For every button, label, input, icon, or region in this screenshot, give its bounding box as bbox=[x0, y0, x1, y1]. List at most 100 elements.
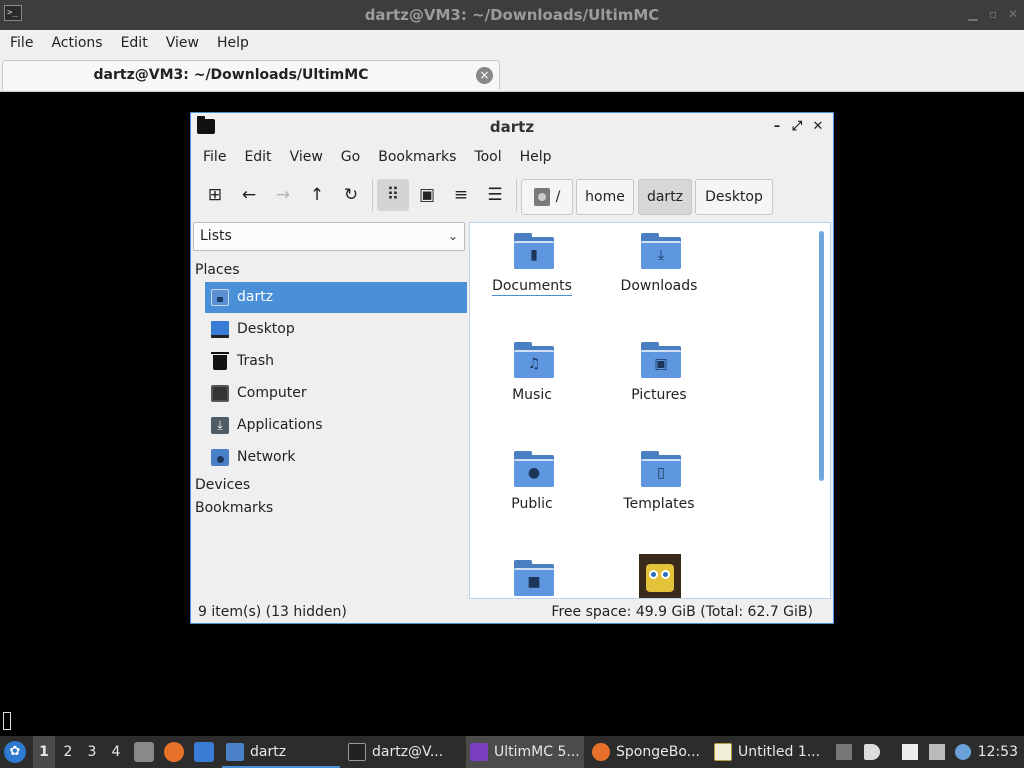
show-desktop-icon[interactable] bbox=[194, 742, 214, 762]
file-item-music[interactable]: ♫ Music bbox=[472, 334, 592, 434]
firefox-launcher-icon[interactable] bbox=[164, 742, 184, 762]
sidebar-section-bookmarks[interactable]: Bookmarks bbox=[195, 498, 273, 518]
fm-menu-help[interactable]: Help bbox=[508, 143, 558, 171]
clock[interactable]: 12:53 bbox=[978, 736, 1018, 768]
toolbar-separator bbox=[516, 179, 517, 211]
close-button[interactable]: ✕ bbox=[810, 119, 826, 135]
public-folder-icon: ● bbox=[514, 451, 554, 487]
menu-edit[interactable]: Edit bbox=[111, 30, 156, 58]
file-item-public[interactable]: ● Public bbox=[472, 443, 592, 543]
fm-menu-bookmarks[interactable]: Bookmarks bbox=[366, 143, 462, 171]
workspace-1[interactable]: 1 bbox=[33, 736, 55, 768]
task-terminal[interactable]: dartz@V... bbox=[344, 736, 462, 768]
reload-icon[interactable]: ↻ bbox=[335, 179, 367, 211]
tab-close-icon[interactable]: × bbox=[476, 67, 493, 84]
file-manager-launcher-icon[interactable] bbox=[134, 742, 154, 762]
terminal-tabbar: dartz@VM3: ~/Downloads/UltimMC × bbox=[0, 58, 1024, 92]
task-ultimmc[interactable]: UltimMC 5... bbox=[466, 736, 584, 768]
terminal-tab-label: dartz@VM3: ~/Downloads/UltimMC bbox=[93, 67, 369, 83]
fm-menu-tool[interactable]: Tool bbox=[462, 143, 507, 171]
menu-help[interactable]: Help bbox=[207, 30, 257, 58]
tray-scroll-icon[interactable] bbox=[836, 744, 852, 760]
file-manager-toolbar: ⊞ ← → ↑ ↻ ⠿ ▣ ≡ ☰ / home dartz Desktop bbox=[191, 177, 833, 215]
new-tab-icon[interactable]: ⊞ bbox=[199, 179, 231, 211]
sidebar-mode-select[interactable]: Lists ⌄ bbox=[193, 222, 465, 251]
file-view[interactable]: ▮ Documents ⤓ Downloads ♫ Music ▣ Pictur… bbox=[469, 222, 831, 599]
file-manager-menubar: File Edit View Go Bookmarks Tool Help bbox=[191, 143, 833, 171]
image-thumbnail bbox=[639, 554, 681, 598]
network-icon bbox=[211, 449, 229, 466]
sidebar-item-computer[interactable]: Computer bbox=[205, 378, 467, 409]
task-firefox[interactable]: SpongeBo... bbox=[588, 736, 706, 768]
breadcrumb-dartz[interactable]: dartz bbox=[638, 179, 692, 215]
thumbnail-view-icon[interactable]: ▣ bbox=[411, 179, 443, 211]
file-item-label: Public bbox=[511, 496, 553, 512]
breadcrumb-home[interactable]: home bbox=[576, 179, 634, 215]
forward-icon[interactable]: → bbox=[267, 179, 299, 211]
downloads-folder-icon: ⤓ bbox=[641, 233, 681, 269]
file-item-image[interactable] bbox=[599, 552, 719, 598]
file-item-documents[interactable]: ▮ Documents bbox=[472, 225, 592, 325]
clipboard-icon[interactable] bbox=[902, 744, 918, 760]
sidebar-item-dartz[interactable]: dartz bbox=[205, 282, 467, 313]
ultimmc-icon bbox=[470, 743, 488, 761]
status-item-count: 9 item(s) (13 hidden) bbox=[198, 604, 347, 620]
icon-view-icon[interactable]: ⠿ bbox=[377, 179, 409, 211]
menu-actions[interactable]: Actions bbox=[41, 30, 110, 58]
sidebar-item-label: Desktop bbox=[237, 321, 295, 337]
breadcrumb-root[interactable]: / bbox=[521, 179, 573, 215]
documents-folder-icon: ▮ bbox=[514, 233, 554, 269]
maximize-button[interactable]: ⤢ bbox=[789, 119, 805, 135]
templates-folder-icon: ▯ bbox=[641, 451, 681, 487]
sidebar-section-devices[interactable]: Devices bbox=[195, 475, 250, 495]
applications-icon: ⤓ bbox=[211, 417, 229, 434]
breadcrumb-desktop[interactable]: Desktop bbox=[695, 179, 773, 215]
minimize-button[interactable]: – bbox=[769, 119, 785, 135]
fm-menu-edit[interactable]: Edit bbox=[232, 143, 277, 171]
file-item-label: Templates bbox=[623, 496, 695, 512]
chevron-down-icon: ⌄ bbox=[447, 229, 458, 243]
task-label: dartz@V... bbox=[372, 744, 444, 760]
sidebar-item-network[interactable]: Network bbox=[205, 442, 467, 473]
menu-file[interactable]: File bbox=[0, 30, 41, 58]
network-status-icon[interactable] bbox=[929, 744, 945, 760]
up-icon[interactable]: ↑ bbox=[301, 179, 333, 211]
sidebar-item-applications[interactable]: ⤓ Applications bbox=[205, 410, 467, 441]
workspace-4[interactable]: 4 bbox=[105, 736, 127, 768]
sidebar-item-desktop[interactable]: Desktop bbox=[205, 314, 467, 345]
start-menu-icon[interactable]: ✿ bbox=[4, 741, 26, 763]
volume-icon[interactable] bbox=[864, 744, 880, 760]
task-label: SpongeBo... bbox=[616, 744, 700, 760]
detailed-view-icon[interactable]: ☰ bbox=[479, 179, 511, 211]
text-editor-icon bbox=[714, 743, 732, 761]
sidebar-section-places[interactable]: Places bbox=[195, 260, 240, 280]
minimize-icon[interactable]: ▁ bbox=[966, 7, 980, 21]
file-item-templates[interactable]: ▯ Templates bbox=[599, 443, 719, 543]
menu-view[interactable]: View bbox=[156, 30, 207, 58]
workspace-2[interactable]: 2 bbox=[57, 736, 79, 768]
terminal-window-title: dartz@VM3: ~/Downloads/UltimMC bbox=[364, 6, 660, 24]
sidebar-item-label: Trash bbox=[237, 353, 274, 369]
sidebar-item-label: Computer bbox=[237, 385, 307, 401]
task-label: Untitled 1... bbox=[738, 744, 821, 760]
desktop-icon bbox=[211, 321, 229, 338]
file-item-downloads[interactable]: ⤓ Downloads bbox=[599, 225, 719, 325]
fm-menu-file[interactable]: File bbox=[191, 143, 232, 171]
terminal-cursor bbox=[3, 712, 11, 730]
fm-menu-view[interactable]: View bbox=[278, 143, 329, 171]
workspace-3[interactable]: 3 bbox=[81, 736, 103, 768]
notification-icon[interactable] bbox=[955, 744, 971, 760]
maximize-icon[interactable]: ▫ bbox=[986, 7, 1000, 21]
back-icon[interactable]: ← bbox=[233, 179, 265, 211]
file-item-pictures[interactable]: ▣ Pictures bbox=[599, 334, 719, 434]
file-item-videos[interactable]: ■ bbox=[472, 552, 592, 598]
compact-view-icon[interactable]: ≡ bbox=[445, 179, 477, 211]
fm-menu-go[interactable]: Go bbox=[329, 143, 366, 171]
terminal-tab[interactable]: dartz@VM3: ~/Downloads/UltimMC × bbox=[2, 60, 500, 90]
sidebar-item-trash[interactable]: Trash bbox=[205, 346, 467, 377]
scrollbar[interactable] bbox=[819, 231, 824, 481]
close-icon[interactable]: ✕ bbox=[1006, 7, 1020, 21]
task-file-manager[interactable]: dartz bbox=[222, 736, 340, 768]
trash-icon bbox=[211, 352, 229, 370]
task-text-editor[interactable]: Untitled 1... bbox=[710, 736, 828, 768]
